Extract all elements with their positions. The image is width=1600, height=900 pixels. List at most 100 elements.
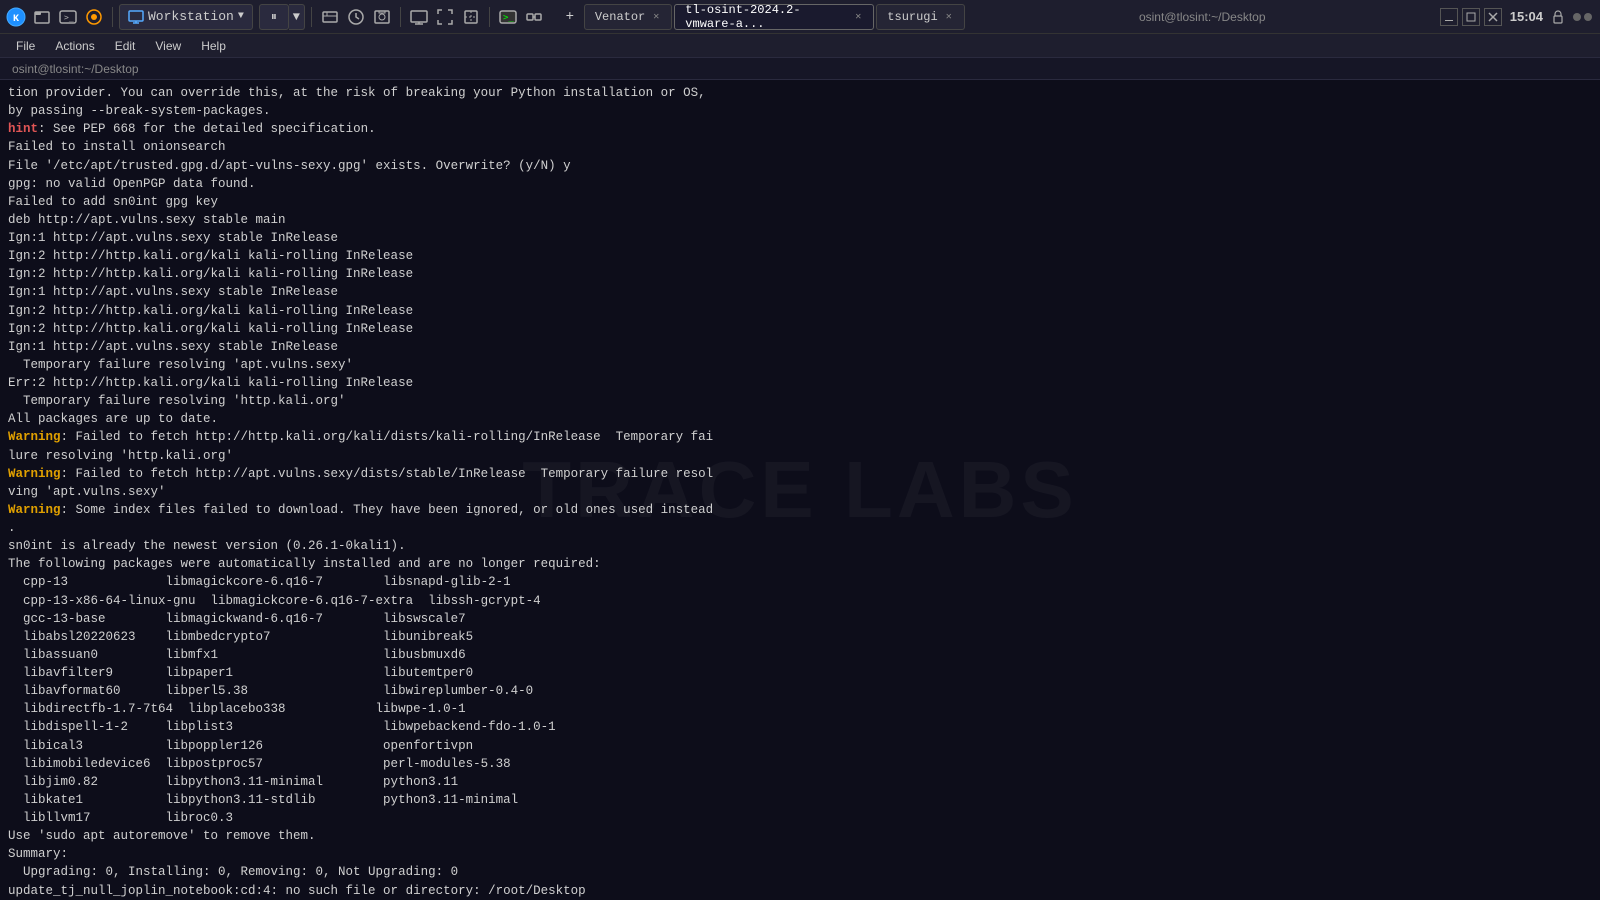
menu-actions[interactable]: Actions	[47, 37, 102, 55]
terminal-line: File '/etc/apt/trusted.gpg.d/apt-vulns-s…	[8, 157, 1592, 175]
terminal-line: Failed to install onionsearch	[8, 138, 1592, 156]
terminal-icon[interactable]: >_	[56, 5, 80, 29]
separator-4	[489, 7, 490, 27]
taskbar-right: 15:04	[1440, 8, 1600, 26]
tab-venator[interactable]: Venator ✕	[584, 4, 672, 30]
terminal-line: Ign:1 http://apt.vulns.sexy stable InRel…	[8, 338, 1592, 356]
tab-venator-label: Venator	[595, 10, 645, 24]
terminal-line: Ign:2 http://http.kali.org/kali kali-rol…	[8, 320, 1592, 338]
console-icon[interactable]: >_	[496, 5, 520, 29]
link-icon[interactable]	[522, 5, 546, 29]
tab-new[interactable]: +	[558, 5, 582, 29]
dot-1	[1573, 13, 1581, 21]
snapshot-icon[interactable]	[370, 5, 394, 29]
terminal-line: Ign:2 http://http.kali.org/kali kali-rol…	[8, 265, 1592, 283]
terminal-line: Summary:	[8, 845, 1592, 863]
terminal-line: Ign:1 http://apt.vulns.sexy stable InRel…	[8, 283, 1592, 301]
terminal-line: gpg: no valid OpenPGP data found.	[8, 175, 1592, 193]
fullscreen-icon[interactable]	[433, 5, 457, 29]
address-center: osint@tlosint:~/Desktop	[965, 10, 1440, 24]
terminal-line: Ign:1 http://apt.vulns.sexy stable InRel…	[8, 229, 1592, 247]
dot-2	[1584, 13, 1592, 21]
svg-text:K: K	[13, 14, 19, 25]
send-icon[interactable]	[318, 5, 342, 29]
display-icon[interactable]	[407, 5, 431, 29]
tab-tsurugi[interactable]: tsurugi ✕	[876, 4, 964, 30]
terminal-line: gcc-13-base libmagickwand-6.q16-7 libsws…	[8, 610, 1592, 628]
terminal-line: libical3 libpoppler126 openfortivpn	[8, 737, 1592, 755]
terminal-line: Temporary failure resolving 'apt.vulns.s…	[8, 356, 1592, 374]
clock: 15:04	[1510, 9, 1543, 24]
taskbar: K >_	[0, 0, 1600, 34]
separator-2	[311, 7, 312, 27]
tab-tsurugi-label: tsurugi	[887, 10, 937, 24]
terminal-line: Warning: Failed to fetch http://apt.vuln…	[8, 465, 1592, 483]
address-text: osint@tlosint:~/Desktop	[1139, 10, 1266, 24]
restore-button[interactable]	[1462, 8, 1480, 26]
pause-group: ⏸ ▼	[259, 4, 305, 30]
terminal-line: Warning: Some index files failed to down…	[8, 501, 1592, 519]
terminal-line: ving 'apt.vulns.sexy'	[8, 483, 1592, 501]
menu-help[interactable]: Help	[193, 37, 234, 55]
terminal-line: Ign:2 http://http.kali.org/kali kali-rol…	[8, 302, 1592, 320]
menu-edit[interactable]: Edit	[107, 37, 144, 55]
pause-button[interactable]: ⏸	[259, 4, 289, 30]
minimize-button[interactable]	[1440, 8, 1458, 26]
tab-tlosint-label: tl-osint-2024.2-vmware-a...	[685, 3, 847, 31]
svg-text:>_: >_	[503, 13, 514, 23]
terminal-line: libimobiledevice6 libpostproc57 perl-mod…	[8, 755, 1592, 773]
terminal-line: Upgrading: 0, Installing: 0, Removing: 0…	[8, 863, 1592, 881]
stretch-icon[interactable]	[459, 5, 483, 29]
svg-text:>_: >_	[64, 13, 74, 22]
terminal-line: tion provider. You can override this, at…	[8, 84, 1592, 102]
terminal-line: Err:2 http://http.kali.org/kali kali-rol…	[8, 374, 1592, 392]
address-display: osint@tlosint:~/Desktop	[12, 62, 139, 76]
terminal-line: deb http://apt.vulns.sexy stable main	[8, 211, 1592, 229]
workstation-button[interactable]: Workstation ▼	[119, 4, 253, 30]
terminal-line: by passing --break-system-packages.	[8, 102, 1592, 120]
menubar: File Actions Edit View Help	[0, 34, 1600, 58]
terminal-line: libavformat60 libperl5.38 libwireplumber…	[8, 682, 1592, 700]
terminal-line: All packages are up to date.	[8, 410, 1592, 428]
terminal-line: lure resolving 'http.kali.org'	[8, 447, 1592, 465]
terminal-line: Temporary failure resolving 'http.kali.o…	[8, 392, 1592, 410]
terminal-line: libjim0.82 libpython3.11-minimal python3…	[8, 773, 1592, 791]
history-icon[interactable]	[344, 5, 368, 29]
menu-view[interactable]: View	[147, 37, 189, 55]
terminal-line: cpp-13 libmagickcore-6.q16-7 libsnapd-gl…	[8, 573, 1592, 591]
pause-arrow[interactable]: ▼	[289, 4, 305, 30]
terminal-line: Failed to add sn0int gpg key	[8, 193, 1592, 211]
browser-icon[interactable]	[82, 5, 106, 29]
indicator-dots	[1573, 13, 1592, 21]
terminal-line: libkate1 libpython3.11-stdlib python3.11…	[8, 791, 1592, 809]
kali-icon[interactable]: K	[4, 5, 28, 29]
terminal[interactable]: TRACE LABS tion provider. You can overri…	[0, 80, 1600, 900]
addressbar: osint@tlosint:~/Desktop	[0, 58, 1600, 80]
tabs-area: + Venator ✕ tl-osint-2024.2-vmware-a... …	[558, 4, 965, 30]
terminal-line: cpp-13-x86-64-linux-gnu libmagickcore-6.…	[8, 592, 1592, 610]
terminal-line: Use 'sudo apt autoremove' to remove them…	[8, 827, 1592, 845]
separator-3	[400, 7, 401, 27]
lock-icon	[1551, 10, 1565, 24]
terminal-line: The following packages were automaticall…	[8, 555, 1592, 573]
terminal-line: libavfilter9 libpaper1 libutemtper0	[8, 664, 1592, 682]
terminal-line: libassuan0 libmfx1 libusbmuxd6	[8, 646, 1592, 664]
tab-tlosint-close[interactable]: ✕	[853, 11, 863, 23]
menu-file[interactable]: File	[8, 37, 43, 55]
files-icon[interactable]	[30, 5, 54, 29]
separator-1	[112, 7, 113, 27]
terminal-line: Warning: Failed to fetch http://http.kal…	[8, 428, 1592, 446]
terminal-line: .	[8, 519, 1592, 537]
terminal-line: sn0int is already the newest version (0.…	[8, 537, 1592, 555]
workstation-label: Workstation	[148, 9, 234, 24]
terminal-line: Ign:2 http://http.kali.org/kali kali-rol…	[8, 247, 1592, 265]
workstation-icon	[128, 9, 144, 25]
tab-venator-close[interactable]: ✕	[651, 11, 661, 23]
terminal-line: libllvm17 libroc0.3	[8, 809, 1592, 827]
tab-tsurugi-close[interactable]: ✕	[944, 11, 954, 23]
close-button[interactable]	[1484, 8, 1502, 26]
terminal-line: libabsl20220623 libmbedcrypto7 libunibre…	[8, 628, 1592, 646]
tab-tlosint[interactable]: tl-osint-2024.2-vmware-a... ✕	[674, 4, 874, 30]
terminal-line: update_tj_null_joplin_notebook:cd:4: no …	[8, 882, 1592, 900]
terminal-line: libdirectfb-1.7-7t64 libplacebo338 libwp…	[8, 700, 1592, 718]
